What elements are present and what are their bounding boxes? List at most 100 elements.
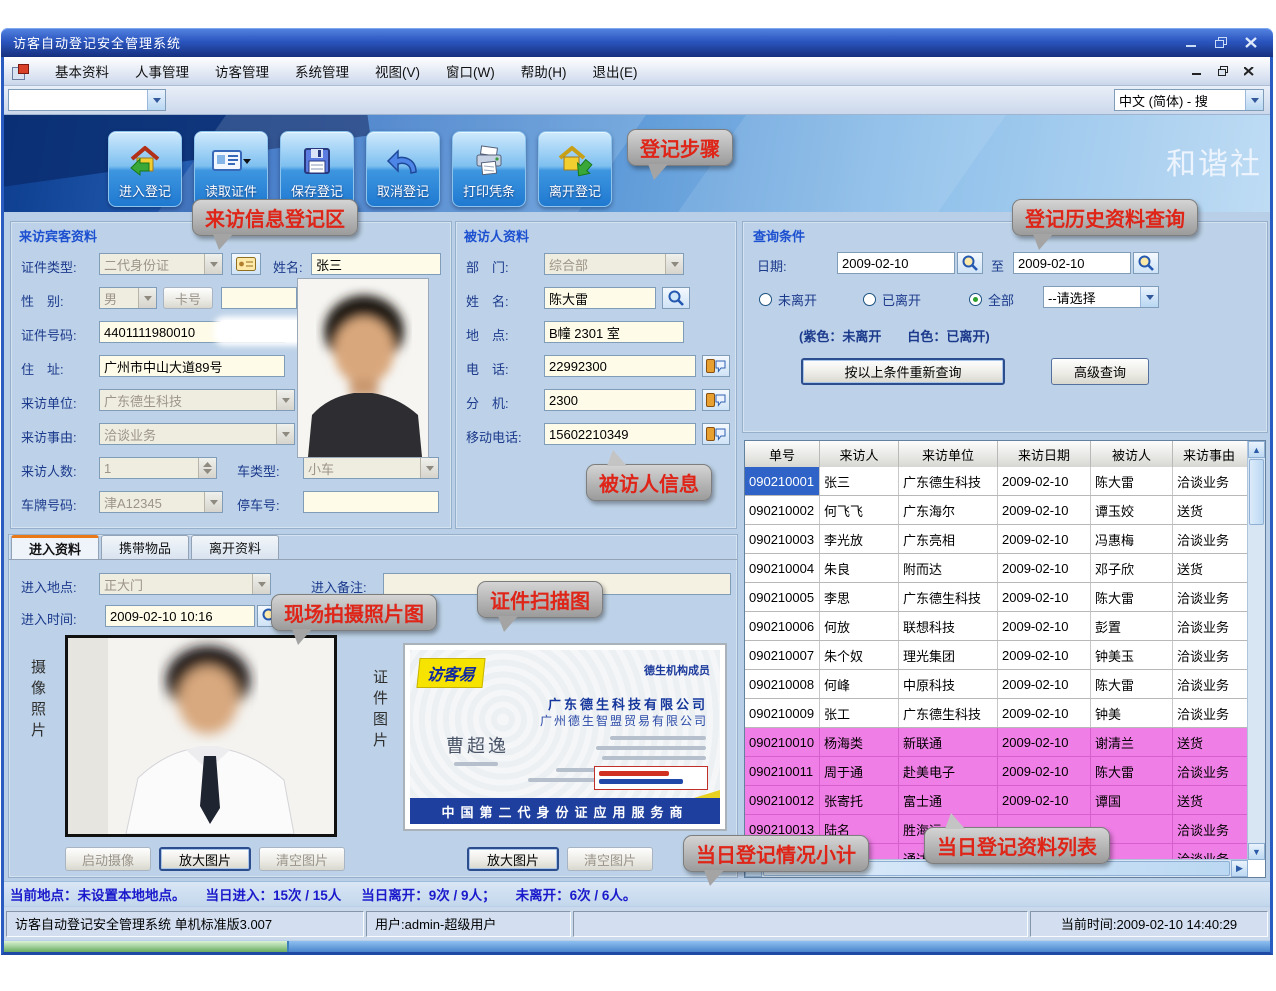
table-row[interactable]: 090210012张寄托富士通2009-02-10谭国送货 <box>745 786 1248 815</box>
zoom-photo-button[interactable]: 放大图片 <box>159 847 251 871</box>
clear-photo-button[interactable]: 清空图片 <box>259 847 345 871</box>
leave-register-button[interactable]: 离开登记 <box>538 131 612 207</box>
callout-visitor-area: 来访信息登记区 <box>192 199 358 236</box>
dept-combo[interactable]: 综合部 <box>544 253 684 275</box>
filter-select-combo[interactable]: --请选择 <box>1043 286 1159 308</box>
requery-button[interactable]: 按以上条件重新查询 <box>801 358 1005 385</box>
date-from-field[interactable]: 2009-02-10 <box>837 252 955 274</box>
table-cell: 张三 <box>820 467 899 495</box>
clear-card-button[interactable]: 清空图片 <box>567 847 653 871</box>
language-bar[interactable]: 中文 (简体) - 搜 <box>1114 89 1264 111</box>
vertical-scrollbar[interactable]: ▲ ▼ <box>1247 441 1265 860</box>
col-header[interactable]: 来访日期 <box>998 441 1091 467</box>
menu-system[interactable]: 系统管理 <box>282 57 362 85</box>
vehicle-type-combo[interactable]: 小车 <box>303 457 439 479</box>
radio-left[interactable]: 已离开 <box>863 290 921 309</box>
table-row[interactable]: 090210007朱个奴理光集团2009-02-10钟美玉洽谈业务 <box>745 641 1248 670</box>
card-number-button[interactable]: 卡号 <box>163 287 213 309</box>
tab-leave-info[interactable]: 离开资料 <box>191 535 279 559</box>
mobile-field[interactable]: 15602210349 <box>544 423 696 445</box>
entry-place-combo[interactable]: 正大门 <box>99 573 271 595</box>
minimize-icon[interactable] <box>1179 34 1203 52</box>
title-bar[interactable]: 访客自动登记安全管理系统 <box>1 28 1273 57</box>
table-row[interactable]: 090210003李光放广东亮相2009-02-10冯惠梅洽谈业务 <box>745 525 1248 554</box>
save-register-button[interactable]: 保存登记 <box>280 131 354 207</box>
date-to-field[interactable]: 2009-02-10 <box>1013 252 1131 274</box>
col-header[interactable]: 来访人 <box>820 441 899 467</box>
menu-help[interactable]: 帮助(H) <box>508 57 580 85</box>
people-count-stepper[interactable]: 1 <box>99 457 217 479</box>
start-camera-button[interactable]: 启动摄像 <box>65 847 151 871</box>
col-header[interactable]: 来访事由 <box>1173 441 1245 467</box>
table-row[interactable]: 090210006何放联想科技2009-02-10彭置洽谈业务 <box>745 612 1248 641</box>
scroll-down-icon[interactable]: ▼ <box>1248 843 1265 860</box>
restore-icon[interactable] <box>1209 34 1233 52</box>
menu-exit[interactable]: 退出(E) <box>579 57 650 85</box>
menu-visitor[interactable]: 访客管理 <box>202 57 282 85</box>
child-restore-icon[interactable] <box>1214 63 1232 79</box>
child-minimize-icon[interactable] <box>1188 63 1206 79</box>
progress-strip-fill <box>4 941 289 952</box>
address-field[interactable]: 广州市中山大道89号 <box>99 355 285 377</box>
phone-field[interactable]: 22992300 <box>544 355 696 377</box>
dial-extension-button[interactable] <box>702 389 730 411</box>
col-header[interactable]: 来访单位 <box>899 441 998 467</box>
interviewee-title: 被访人资料 <box>464 226 529 245</box>
search-person-button[interactable] <box>662 287 690 309</box>
visitor-name-field[interactable]: 张三 <box>311 253 441 275</box>
chevron-down-icon[interactable] <box>147 90 165 110</box>
dial-phone-button[interactable] <box>702 355 730 377</box>
table-row[interactable]: 090210010杨海类新联通2009-02-10谢清兰送货 <box>745 728 1248 757</box>
table-row[interactable]: 090210011周于通赴美电子2009-02-10陈大雷洽谈业务 <box>745 757 1248 786</box>
tab-carried-items[interactable]: 携带物品 <box>101 535 189 559</box>
gender-combo[interactable]: 男 <box>99 287 157 309</box>
daily-summary-line: 当前地点：未设置本地地点。 当日进入：15次 / 15人 当日离开：9次 / 9… <box>4 881 1270 906</box>
table-row[interactable]: 090210009张工广东德生科技2009-02-10钟美洽谈业务 <box>745 699 1248 728</box>
scrollbar-thumb[interactable] <box>1249 459 1264 525</box>
company-name-1: 广东德生科技有限公司 <box>548 694 708 713</box>
cancel-register-button[interactable]: 取消登记 <box>366 131 440 207</box>
scroll-up-icon[interactable]: ▲ <box>1248 441 1265 458</box>
plate-combo[interactable]: 津A12345 <box>99 491 223 513</box>
entry-time-field[interactable]: 2009-02-10 10:16 <box>105 605 255 627</box>
visit-company-combo[interactable]: 广东德生科技 <box>99 389 295 411</box>
table-row[interactable]: 090210008何峰中原科技2009-02-10陈大雷洽谈业务 <box>745 670 1248 699</box>
close-icon[interactable] <box>1239 34 1263 52</box>
table-row[interactable]: 090210005李思广东德生科技2009-02-10陈大雷洽谈业务 <box>745 583 1248 612</box>
table-row[interactable]: 090210004朱良附而达2009-02-10邓子欣送货 <box>745 554 1248 583</box>
menu-view[interactable]: 视图(V) <box>362 57 433 85</box>
interviewee-name-field[interactable]: 陈大雷 <box>544 287 656 309</box>
tab-entry-info[interactable]: 进入资料 <box>11 535 99 559</box>
read-card-button[interactable]: 读取证件 <box>194 131 268 207</box>
scroll-right-icon[interactable]: ▶ <box>1231 860 1248 877</box>
location-field[interactable]: B幢 2301 室 <box>544 321 684 343</box>
child-close-icon[interactable] <box>1240 63 1258 79</box>
menu-hr[interactable]: 人事管理 <box>122 57 202 85</box>
brand-text: 和谐社 <box>1166 139 1262 183</box>
col-header[interactable]: 单号 <box>745 441 820 467</box>
quick-select-combo[interactable] <box>8 89 166 111</box>
chevron-down-icon[interactable] <box>1245 90 1263 110</box>
search-icon <box>667 290 685 306</box>
col-header[interactable]: 被访人 <box>1091 441 1173 467</box>
id-card-reader-button[interactable] <box>231 253 261 275</box>
visit-reason-combo[interactable]: 洽谈业务 <box>99 423 295 445</box>
zoom-card-button[interactable]: 放大图片 <box>467 847 559 871</box>
radio-not-left[interactable]: 未离开 <box>759 290 817 309</box>
parking-field[interactable] <box>303 491 439 513</box>
radio-all[interactable]: 全部 <box>969 290 1014 309</box>
dial-mobile-button[interactable] <box>702 423 730 445</box>
menu-basic-data[interactable]: 基本资料 <box>42 57 122 85</box>
extension-field[interactable]: 2300 <box>544 389 696 411</box>
enter-register-button[interactable]: 进入登记 <box>108 131 182 207</box>
date-to-picker-button[interactable] <box>1133 252 1159 274</box>
table-row[interactable]: 090210001张三广东德生科技2009-02-10陈大雷洽谈业务 <box>745 467 1248 496</box>
menu-window[interactable]: 窗口(W) <box>433 57 508 85</box>
table-row[interactable]: 090210002何飞飞广东海尔2009-02-10谭玉姣送货 <box>745 496 1248 525</box>
date-from-picker-button[interactable] <box>957 252 983 274</box>
card-number-field[interactable] <box>221 287 297 309</box>
cert-type-combo[interactable]: 二代身份证 <box>99 253 223 275</box>
advanced-query-button[interactable]: 高级查询 <box>1051 358 1149 385</box>
chevron-down-icon[interactable] <box>1140 287 1158 307</box>
print-ticket-button[interactable]: 打印凭条 <box>452 131 526 207</box>
